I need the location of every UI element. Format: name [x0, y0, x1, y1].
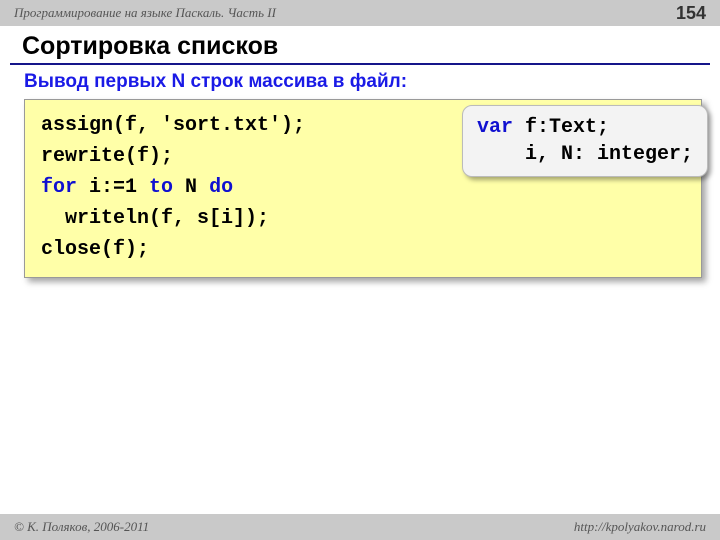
code-kw-do: do	[209, 176, 233, 199]
code-line-5: close(f);	[41, 238, 149, 261]
course-label: Программирование на языке Паскаль. Часть…	[14, 5, 276, 21]
page-title: Сортировка списков	[22, 32, 702, 61]
title-row: Сортировка списков	[0, 26, 720, 63]
var-declaration-box: var f:Text; i, N: integer;	[462, 105, 708, 177]
page-number: 154	[676, 3, 706, 24]
code-area: assign(f, 'sort.txt'); rewrite(f); for i…	[24, 99, 702, 278]
footer-url: http://kpolyakov.narod.ru	[574, 519, 706, 535]
code-kw-to: to	[149, 176, 173, 199]
copyright-label: © К. Поляков, 2006-2011	[14, 519, 149, 535]
var-kw: var	[477, 116, 513, 139]
var-line-1: f:Text;	[513, 116, 609, 139]
code-line-3d: N	[173, 176, 209, 199]
code-line-1: assign(f, 'sort.txt');	[41, 114, 305, 137]
title-divider	[10, 63, 710, 65]
code-line-3b: i:=1	[77, 176, 149, 199]
code-line-2: rewrite(f);	[41, 145, 173, 168]
header-bar: Программирование на языке Паскаль. Часть…	[0, 0, 720, 26]
var-line-2: i, N: integer;	[477, 143, 693, 166]
code-line-4: writeln(f, s[i]);	[41, 207, 269, 230]
code-kw-for: for	[41, 176, 77, 199]
section-subtitle: Вывод первых N строк массива в файл:	[0, 71, 720, 99]
footer-bar: © К. Поляков, 2006-2011 http://kpolyakov…	[0, 514, 720, 540]
